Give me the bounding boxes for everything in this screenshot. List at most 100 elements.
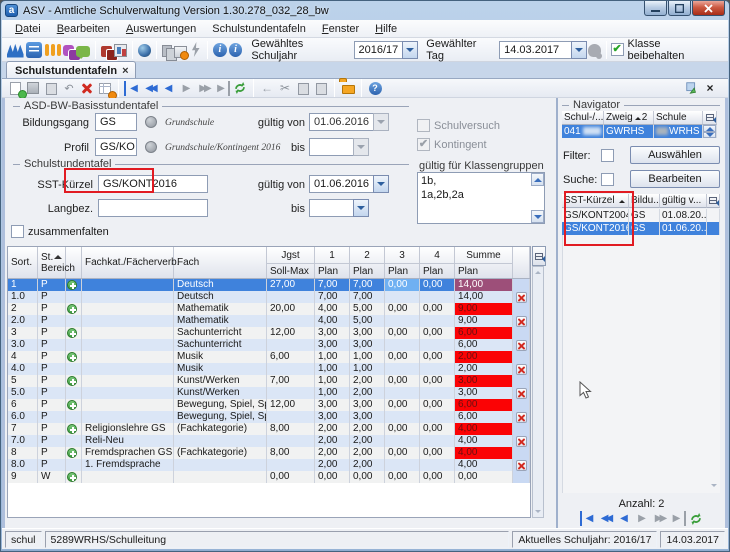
cell-fachkat[interactable] bbox=[82, 279, 174, 291]
langbez-field[interactable] bbox=[98, 199, 208, 217]
cell-plan-3[interactable]: 0,00 bbox=[385, 351, 420, 363]
cell-plan-2[interactable]: 1,00 bbox=[350, 363, 385, 375]
cell-plan-3[interactable] bbox=[385, 363, 420, 375]
delete-record-icon[interactable] bbox=[79, 81, 95, 96]
cell-bereich[interactable]: P bbox=[38, 423, 66, 435]
cell-sort[interactable]: 8 bbox=[8, 447, 38, 459]
school-table[interactable]: Schul-/...1 Zweig2 Schule 041 GWRHS WRHS bbox=[562, 111, 717, 138]
cell-delete[interactable] bbox=[513, 291, 530, 303]
cell-fach[interactable]: Musik bbox=[174, 363, 267, 375]
nav-first-icon[interactable]: ◀ bbox=[580, 511, 596, 526]
result-cell-bildungsgang[interactable]: GS bbox=[629, 222, 660, 235]
table-row[interactable]: 2PMathematik20,004,005,000,000,009,00 bbox=[8, 303, 530, 315]
cell-delete[interactable] bbox=[513, 471, 530, 483]
speech-bubbles-icon[interactable] bbox=[63, 45, 75, 56]
cell-icon[interactable] bbox=[66, 303, 82, 315]
scroll-down-icon[interactable] bbox=[533, 506, 543, 517]
cell-plan-1[interactable]: 2,00 bbox=[315, 447, 350, 459]
cell-plan-4[interactable] bbox=[420, 315, 455, 327]
cell-sort[interactable]: 6 bbox=[8, 399, 38, 411]
edit-table-icon[interactable] bbox=[99, 83, 111, 94]
cell-plan-2[interactable]: 3,00 bbox=[350, 339, 385, 351]
scroll-up-icon[interactable] bbox=[531, 173, 544, 186]
scroll-up-icon[interactable] bbox=[533, 267, 543, 278]
info-icon[interactable]: i bbox=[229, 43, 243, 57]
table-row[interactable]: 3.0PSachunterricht3,003,006,00 bbox=[8, 339, 530, 351]
add-icon[interactable] bbox=[67, 448, 77, 458]
cell-delete[interactable] bbox=[513, 339, 530, 351]
cell-summe[interactable]: 14,00 bbox=[455, 279, 513, 291]
result-cell-kuerzel[interactable]: GS/KONT2016 bbox=[562, 222, 629, 235]
cell-plan-2[interactable]: 2,00 bbox=[350, 423, 385, 435]
values-module-icon[interactable] bbox=[7, 42, 24, 58]
close-view-icon[interactable]: × bbox=[702, 81, 718, 96]
cell-summe[interactable]: 6,00 bbox=[455, 327, 513, 339]
nav-next-icon[interactable]: ▶ bbox=[634, 511, 650, 526]
cards-icon[interactable] bbox=[101, 46, 112, 57]
cell-bereich[interactable]: P bbox=[38, 315, 66, 327]
cell-bereich[interactable]: P bbox=[38, 363, 66, 375]
cell-fachkat[interactable] bbox=[82, 327, 174, 339]
table-vertical-scrollbar[interactable] bbox=[532, 266, 544, 518]
sst-result-table[interactable]: SST-Kürzel Bildu... gültig v... bbox=[562, 194, 720, 208]
cell-plan-4[interactable] bbox=[420, 291, 455, 303]
school-col-header[interactable]: Schule bbox=[654, 111, 703, 125]
cell-bereich[interactable]: P bbox=[38, 291, 66, 303]
nav-fast-next-icon[interactable]: ▶▶ bbox=[196, 81, 212, 96]
save-record-icon[interactable] bbox=[27, 82, 39, 94]
cell-summe[interactable]: 2,00 bbox=[455, 351, 513, 363]
cell-summe[interactable]: 4,00 bbox=[455, 435, 513, 447]
result-cell-scroll[interactable] bbox=[707, 209, 720, 222]
cell-bereich[interactable]: P bbox=[38, 447, 66, 459]
column-header-fach[interactable]: Fach bbox=[174, 247, 267, 278]
table-row[interactable]: 4PMusik6,001,001,000,000,002,00 bbox=[8, 351, 530, 363]
cell-fachkat[interactable] bbox=[82, 351, 174, 363]
spinner-down-icon[interactable] bbox=[703, 132, 716, 138]
cell-fachkat[interactable]: Fremdsprachen GS bbox=[82, 447, 174, 459]
add-icon[interactable] bbox=[67, 280, 77, 290]
cell-delete[interactable] bbox=[513, 459, 530, 471]
result-col-header-kuerzel[interactable]: SST-Kürzel bbox=[562, 194, 629, 208]
cell-plan-3[interactable]: 0,00 bbox=[385, 423, 420, 435]
sst-kuerzel-field[interactable]: GS/KONT2016 bbox=[98, 175, 208, 193]
cell-sort[interactable]: 9 bbox=[8, 471, 38, 483]
cell-icon[interactable] bbox=[66, 387, 82, 399]
cell-plan-1[interactable]: 2,00 bbox=[315, 435, 350, 447]
cell-plan-4[interactable]: 0,00 bbox=[420, 279, 455, 291]
cell-plan-4[interactable] bbox=[420, 339, 455, 351]
table-row[interactable]: 3PSachunterricht12,003,003,000,000,006,0… bbox=[8, 327, 530, 339]
table-row[interactable]: 5.0PKunst/Werken1,002,003,00 bbox=[8, 387, 530, 399]
people-icon[interactable] bbox=[44, 42, 61, 58]
add-icon[interactable] bbox=[67, 424, 77, 434]
cell-plan-2[interactable]: 1,00 bbox=[350, 351, 385, 363]
cell-plan-2[interactable]: 2,00 bbox=[350, 435, 385, 447]
cell-icon[interactable] bbox=[66, 423, 82, 435]
add-icon[interactable] bbox=[67, 472, 77, 482]
cell-plan-1[interactable]: 1,00 bbox=[315, 351, 350, 363]
cell-soll-max[interactable]: 6,00 bbox=[267, 351, 315, 363]
folder-icon[interactable] bbox=[342, 85, 355, 94]
profil-field[interactable]: GS/KO bbox=[95, 138, 137, 156]
cell-soll-max[interactable]: 8,00 bbox=[267, 423, 315, 435]
zusammenfalten-checkbox[interactable] bbox=[11, 225, 24, 238]
cell-fach[interactable]: Kunst/Werken bbox=[174, 375, 267, 387]
klasse-beibehalten-checkbox[interactable]: ✔ bbox=[611, 43, 624, 56]
chevron-down-icon[interactable] bbox=[571, 41, 587, 59]
chevron-down-icon[interactable] bbox=[353, 199, 369, 217]
cell-plan-3[interactable]: 0,00 bbox=[385, 327, 420, 339]
new-record-icon[interactable] bbox=[10, 82, 21, 95]
cell-soll-max[interactable]: 12,00 bbox=[267, 327, 315, 339]
column-header-jgst[interactable]: Jgst bbox=[267, 247, 315, 263]
result-row[interactable]: GS/KONT2004GS01.08.20... bbox=[562, 209, 720, 222]
school-row-schule[interactable]: WRHS bbox=[654, 125, 703, 138]
cell-bereich[interactable]: P bbox=[38, 399, 66, 411]
nav-fast-next-icon[interactable]: ▶▶ bbox=[652, 511, 668, 526]
cell-summe[interactable]: 6,00 bbox=[455, 399, 513, 411]
duplicate-record-icon[interactable] bbox=[47, 83, 56, 93]
sst-gueltig-von-combobox[interactable]: 01.06.2016 bbox=[309, 175, 389, 193]
cell-summe[interactable]: 4,00 bbox=[455, 459, 513, 471]
schuljahr-combobox[interactable]: 2016/17 bbox=[354, 41, 419, 59]
result-col-header-gueltig[interactable]: gültig v... bbox=[660, 194, 707, 208]
nav-last-icon[interactable]: ▶ bbox=[670, 511, 686, 526]
cell-sort[interactable]: 6.0 bbox=[8, 411, 38, 423]
